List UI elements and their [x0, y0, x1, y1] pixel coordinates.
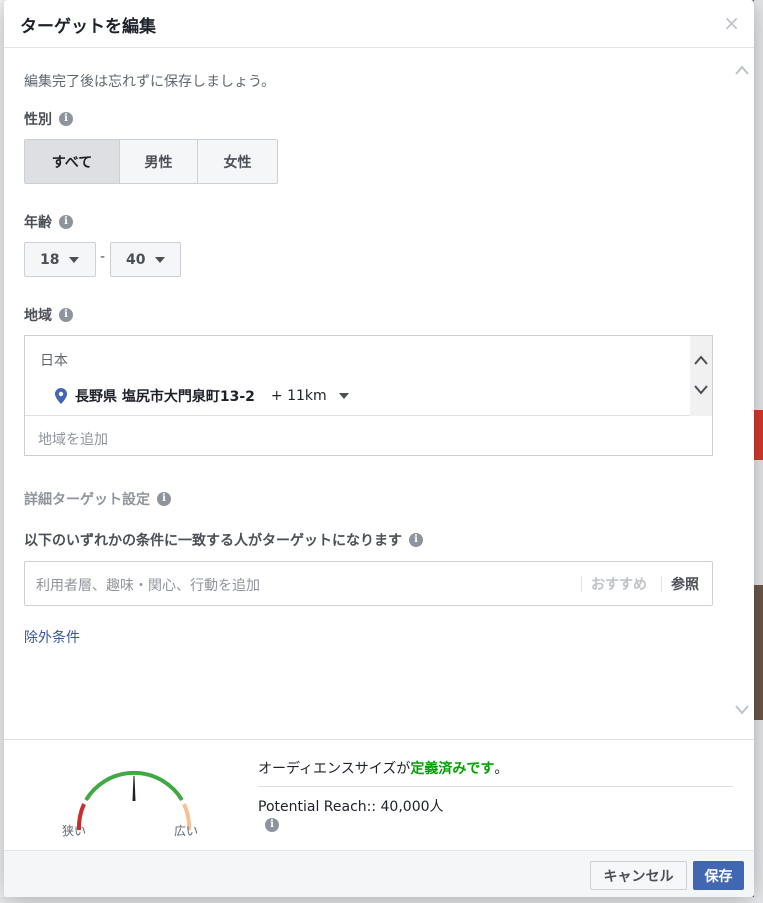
gender-label-text: 性別	[24, 112, 52, 128]
chevron-down-icon[interactable]	[693, 384, 709, 396]
age-label: 年齢 i	[24, 212, 73, 232]
caret-down-icon	[69, 256, 80, 263]
location-country: 日本	[40, 353, 68, 369]
age-min-select[interactable]: 18	[24, 242, 96, 277]
gender-selector: すべて 男性 女性	[24, 139, 278, 184]
divider	[258, 786, 733, 787]
gauge-wide-label: 広い	[174, 824, 199, 838]
age-min-value: 18	[40, 251, 60, 268]
modal-footer: キャンセル 保存	[4, 850, 754, 897]
cancel-button[interactable]: キャンセル	[590, 861, 687, 890]
info-icon[interactable]: i	[409, 533, 423, 547]
age-max-select[interactable]: 40	[110, 242, 181, 277]
scroll-up-icon[interactable]	[734, 63, 750, 77]
detailed-targeting-label: 詳細ターゲット設定 i	[24, 489, 171, 509]
caret-down-icon	[155, 256, 166, 263]
info-icon[interactable]: i	[59, 112, 73, 126]
add-location-input[interactable]: 地域を追加	[38, 429, 108, 449]
gauge-narrow-label: 狭い	[62, 824, 87, 838]
recommend-button[interactable]: おすすめ	[591, 574, 647, 594]
potential-reach: Potential Reach:: 40,000人	[258, 799, 444, 815]
gender-option-all[interactable]: すべて	[25, 140, 120, 183]
age-label-text: 年齢	[24, 215, 52, 231]
modal-header: ターゲットを編集 ×	[4, 0, 754, 48]
edit-target-modal: ターゲットを編集 × 編集完了後は忘れずに保存しましょう。 性別 i すべて 男…	[4, 0, 754, 897]
location-list: 日本 長野県 塩尻市大門泉町13-2 + 11km	[25, 336, 712, 416]
age-max-value: 40	[126, 251, 146, 268]
gauge-needle	[132, 776, 136, 801]
info-icon[interactable]: i	[59, 215, 73, 229]
chevron-up-icon[interactable]	[693, 354, 709, 366]
location-label-text: 地域	[24, 308, 52, 324]
location-box: 日本 長野県 塩尻市大門泉町13-2 + 11km 地域を追加	[24, 335, 713, 456]
audience-size-panel: 狭い 広い オーディエンスサイズが定義済みです。 Potential Reach…	[4, 739, 754, 850]
gender-option-female[interactable]: 女性	[198, 140, 277, 183]
location-scrollbar[interactable]	[690, 336, 712, 416]
location-label: 地域 i	[24, 305, 73, 325]
condition-label: 以下のいずれかの条件に一致する人がターゲットになります i	[24, 530, 423, 550]
location-pin-icon	[55, 388, 67, 404]
info-icon[interactable]: i	[265, 818, 279, 832]
exclude-link[interactable]: 除外条件	[24, 627, 80, 647]
interest-search-field[interactable]: 利用者層、趣味・関心、行動を追加 おすすめ 参照	[24, 561, 713, 606]
browse-button[interactable]: 参照	[671, 574, 699, 594]
gender-label: 性別 i	[24, 109, 73, 129]
divider	[661, 576, 662, 592]
background-page-right	[754, 0, 763, 903]
audience-status-suffix: 。	[494, 761, 509, 777]
age-separator: -	[100, 249, 106, 265]
background-banner	[754, 410, 763, 460]
divider	[581, 576, 582, 592]
modal-body: 編集完了後は忘れずに保存しましょう。 性別 i すべて 男性 女性 年齢 i 1…	[4, 49, 754, 739]
gender-option-male[interactable]: 男性	[120, 140, 198, 183]
location-name: 長野県 塩尻市大門泉町13-2	[75, 389, 255, 405]
save-button[interactable]: 保存	[693, 861, 744, 890]
audience-status-value: 定義済みです	[410, 761, 495, 777]
background-page-bottom	[0, 897, 763, 903]
interest-search-placeholder: 利用者層、趣味・関心、行動を追加	[36, 578, 260, 594]
save-reminder: 編集完了後は忘れずに保存しましょう。	[24, 74, 276, 90]
background-photo	[754, 585, 763, 720]
caret-down-icon[interactable]	[338, 393, 349, 399]
location-radius-dropdown[interactable]: + 11km	[271, 388, 327, 404]
audience-status-prefix: オーディエンスサイズが	[258, 761, 411, 777]
info-icon[interactable]: i	[157, 492, 171, 506]
close-icon[interactable]: ×	[723, 12, 740, 34]
detailed-targeting-text: 詳細ターゲット設定	[24, 492, 150, 508]
info-icon[interactable]: i	[59, 308, 73, 322]
condition-label-text: 以下のいずれかの条件に一致する人がターゲットになります	[24, 533, 402, 549]
modal-title: ターゲットを編集	[20, 17, 156, 37]
audience-status: オーディエンスサイズが定義済みです。	[258, 758, 508, 778]
location-item: 長野県 塩尻市大門泉町13-2 + 11km	[55, 386, 349, 406]
scroll-down-icon[interactable]	[734, 703, 750, 717]
